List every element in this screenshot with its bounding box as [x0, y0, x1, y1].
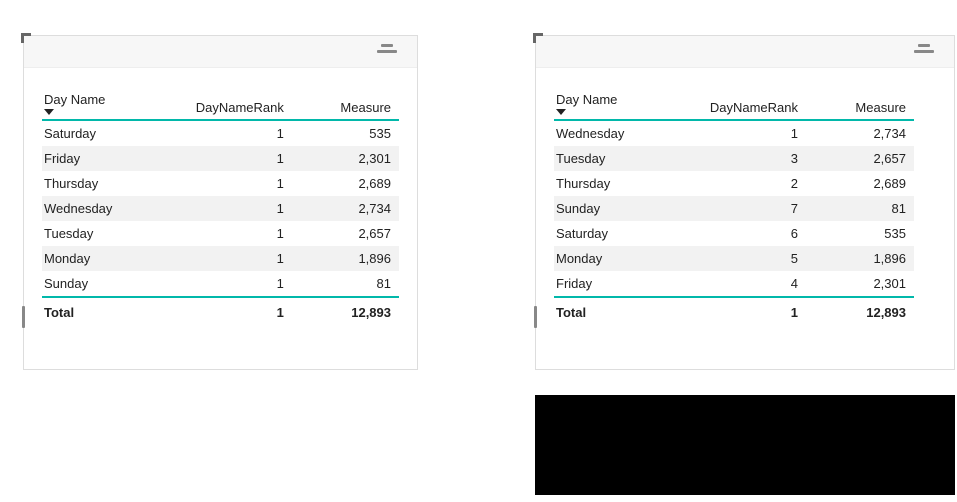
column-header-dayname[interactable]: Day Name: [554, 86, 698, 120]
table-row[interactable]: Thursday 1 2,689: [42, 171, 399, 196]
column-header-label: Day Name: [556, 92, 617, 107]
cell-measure: 1,896: [806, 246, 914, 271]
cell-rank: 1: [185, 171, 292, 196]
cell-rank: 1: [698, 120, 806, 146]
table-row[interactable]: Tuesday 3 2,657: [554, 146, 914, 171]
total-row: Total 1 12,893: [554, 297, 914, 327]
cell-measure: 1,896: [292, 246, 399, 271]
cell-rank: 2: [698, 171, 806, 196]
table-row[interactable]: Thursday 2 2,689: [554, 171, 914, 196]
cell-rank: 4: [698, 271, 806, 297]
sort-desc-icon: [44, 109, 54, 115]
table-header-row: Day Name DayNameRank Measure: [42, 86, 399, 120]
cell-measure: 2,734: [292, 196, 399, 221]
cell-measure: 2,734: [806, 120, 914, 146]
cell-rank: 7: [698, 196, 806, 221]
column-header-label: Day Name: [44, 92, 105, 107]
table-row[interactable]: Sunday 7 81: [554, 196, 914, 221]
column-header-label: DayNameRank: [196, 100, 284, 115]
total-rank: 1: [185, 297, 292, 327]
cell-dayname: Saturday: [42, 120, 185, 146]
column-header-dayname[interactable]: Day Name: [42, 86, 185, 120]
cell-rank: 1: [185, 196, 292, 221]
table-row[interactable]: Sunday 1 81: [42, 271, 399, 297]
column-header-measure[interactable]: Measure: [292, 86, 399, 120]
table-row[interactable]: Saturday 6 535: [554, 221, 914, 246]
cell-rank: 1: [185, 146, 292, 171]
resize-handle-left-icon[interactable]: [22, 306, 25, 328]
cell-dayname: Sunday: [554, 196, 698, 221]
cell-dayname: Wednesday: [554, 120, 698, 146]
table-row[interactable]: Wednesday 1 2,734: [42, 196, 399, 221]
cell-rank: 5: [698, 246, 806, 271]
total-measure: 12,893: [292, 297, 399, 327]
table-row[interactable]: Monday 5 1,896: [554, 246, 914, 271]
table-visual-left[interactable]: Day Name DayNameRank Measure Saturday 1 …: [23, 35, 418, 370]
total-label: Total: [42, 297, 185, 327]
column-header-label: Measure: [340, 100, 391, 115]
cell-rank: 1: [185, 120, 292, 146]
table-row[interactable]: Monday 1 1,896: [42, 246, 399, 271]
total-label: Total: [554, 297, 698, 327]
column-header-rank[interactable]: DayNameRank: [185, 86, 292, 120]
table-row[interactable]: Friday 4 2,301: [554, 271, 914, 297]
table-visual-right[interactable]: Day Name DayNameRank Measure Wednesday 1…: [535, 35, 955, 370]
cell-dayname: Thursday: [42, 171, 185, 196]
cell-dayname: Friday: [554, 271, 698, 297]
visual-header[interactable]: [24, 36, 417, 68]
cell-rank: 1: [185, 271, 292, 297]
cell-measure: 535: [292, 120, 399, 146]
column-header-label: DayNameRank: [710, 100, 798, 115]
cell-measure: 2,301: [806, 271, 914, 297]
cell-dayname: Saturday: [554, 221, 698, 246]
sort-desc-icon: [556, 109, 566, 115]
cell-measure: 81: [806, 196, 914, 221]
table-container: Day Name DayNameRank Measure Saturday 1 …: [24, 68, 417, 327]
table-row[interactable]: Friday 1 2,301: [42, 146, 399, 171]
column-header-measure[interactable]: Measure: [806, 86, 914, 120]
data-table: Day Name DayNameRank Measure Wednesday 1…: [554, 86, 914, 327]
column-header-rank[interactable]: DayNameRank: [698, 86, 806, 120]
total-measure: 12,893: [806, 297, 914, 327]
table-container: Day Name DayNameRank Measure Wednesday 1…: [536, 68, 954, 327]
cell-rank: 1: [185, 221, 292, 246]
black-block: [535, 395, 955, 495]
total-row: Total 1 12,893: [42, 297, 399, 327]
cell-dayname: Friday: [42, 146, 185, 171]
cell-measure: 2,689: [292, 171, 399, 196]
table-row[interactable]: Tuesday 1 2,657: [42, 221, 399, 246]
focus-grip-icon[interactable]: [914, 44, 934, 53]
cell-dayname: Monday: [554, 246, 698, 271]
cell-measure: 81: [292, 271, 399, 297]
cell-measure: 535: [806, 221, 914, 246]
cell-rank: 6: [698, 221, 806, 246]
cell-measure: 2,301: [292, 146, 399, 171]
resize-handle-left-icon[interactable]: [534, 306, 537, 328]
cell-rank: 1: [185, 246, 292, 271]
visual-header[interactable]: [536, 36, 954, 68]
table-header-row: Day Name DayNameRank Measure: [554, 86, 914, 120]
table-row[interactable]: Saturday 1 535: [42, 120, 399, 146]
cell-measure: 2,657: [806, 146, 914, 171]
cell-dayname: Sunday: [42, 271, 185, 297]
cell-dayname: Thursday: [554, 171, 698, 196]
table-row[interactable]: Wednesday 1 2,734: [554, 120, 914, 146]
column-header-label: Measure: [855, 100, 906, 115]
data-table: Day Name DayNameRank Measure Saturday 1 …: [42, 86, 399, 327]
cell-dayname: Tuesday: [554, 146, 698, 171]
focus-grip-icon[interactable]: [377, 44, 397, 53]
cell-measure: 2,657: [292, 221, 399, 246]
cell-dayname: Tuesday: [42, 221, 185, 246]
cell-dayname: Monday: [42, 246, 185, 271]
cell-measure: 2,689: [806, 171, 914, 196]
cell-dayname: Wednesday: [42, 196, 185, 221]
cell-rank: 3: [698, 146, 806, 171]
total-rank: 1: [698, 297, 806, 327]
